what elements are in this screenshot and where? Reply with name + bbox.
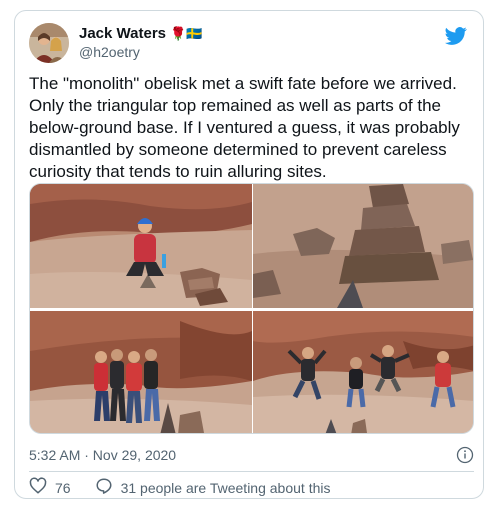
tweet-timestamp[interactable]: 5:32 AM · Nov 29, 2020 xyxy=(29,447,176,463)
tweet-text: The "monolith" obelisk met a swift fate … xyxy=(29,74,460,181)
conversation-link[interactable]: 31 people are Tweeting about this xyxy=(95,477,331,498)
like-count: 76 xyxy=(55,479,71,496)
info-icon[interactable] xyxy=(456,446,474,464)
tweet-actions: 76 31 people are Tweeting about this xyxy=(29,477,354,498)
photo-group-of-four-standing[interactable] xyxy=(30,311,252,433)
tweet-meta-row: 5:32 AM · Nov 29, 2020 xyxy=(29,445,474,465)
heart-icon xyxy=(29,477,47,498)
author-display-name[interactable]: Jack Waters xyxy=(79,25,166,42)
speech-bubble-icon xyxy=(95,477,113,498)
author-handle[interactable]: @h2oetry xyxy=(79,44,140,60)
photo-rock-cairn-with-monolith-top[interactable] xyxy=(253,184,473,308)
divider xyxy=(29,471,474,472)
conversation-count-text: 31 people are Tweeting about this xyxy=(120,479,331,496)
author-name-row[interactable]: Jack Waters 🌹🇸🇪 xyxy=(79,25,202,42)
avatar[interactable] xyxy=(29,23,69,63)
photo-woman-crouching-by-rock-pile[interactable] xyxy=(30,184,252,308)
like-button[interactable]: 76 xyxy=(29,477,71,498)
photo-group-jumping[interactable] xyxy=(253,311,473,433)
tweet-media-grid[interactable] xyxy=(29,183,474,434)
twitter-bird-icon[interactable] xyxy=(445,25,467,47)
tweet-card: Jack Waters 🌹🇸🇪 @h2oetry The "monolith" … xyxy=(14,10,484,499)
author-name-emoji: 🌹🇸🇪 xyxy=(170,26,203,41)
